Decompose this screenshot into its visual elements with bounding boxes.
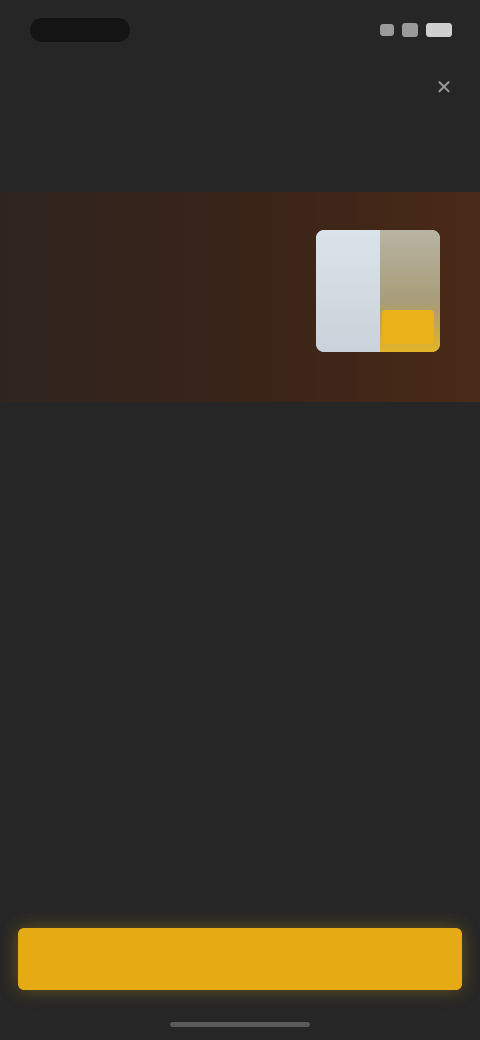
hero-banner bbox=[0, 192, 480, 402]
detail-row bbox=[26, 748, 446, 782]
app-screen: ✕ bbox=[0, 0, 480, 1040]
home-indicator bbox=[170, 1022, 310, 1027]
detail-row bbox=[26, 680, 446, 714]
wifi-icon bbox=[402, 23, 418, 37]
product-image[interactable] bbox=[316, 230, 440, 352]
page-title bbox=[20, 72, 420, 106]
product-image-accent bbox=[382, 310, 434, 344]
details-table bbox=[26, 612, 446, 816]
detail-row bbox=[26, 782, 446, 816]
status-time bbox=[30, 18, 130, 42]
close-icon[interactable]: ✕ bbox=[430, 74, 458, 102]
status-bar bbox=[0, 0, 480, 60]
detail-row bbox=[26, 612, 446, 646]
product-image-left-panel bbox=[316, 230, 380, 352]
signal-icon bbox=[380, 24, 394, 36]
sub-tabs bbox=[24, 128, 90, 136]
detail-row bbox=[26, 714, 446, 748]
primary-action-button[interactable] bbox=[18, 928, 462, 990]
status-icons bbox=[352, 20, 452, 40]
detail-row bbox=[26, 646, 446, 680]
battery-icon bbox=[426, 23, 452, 37]
